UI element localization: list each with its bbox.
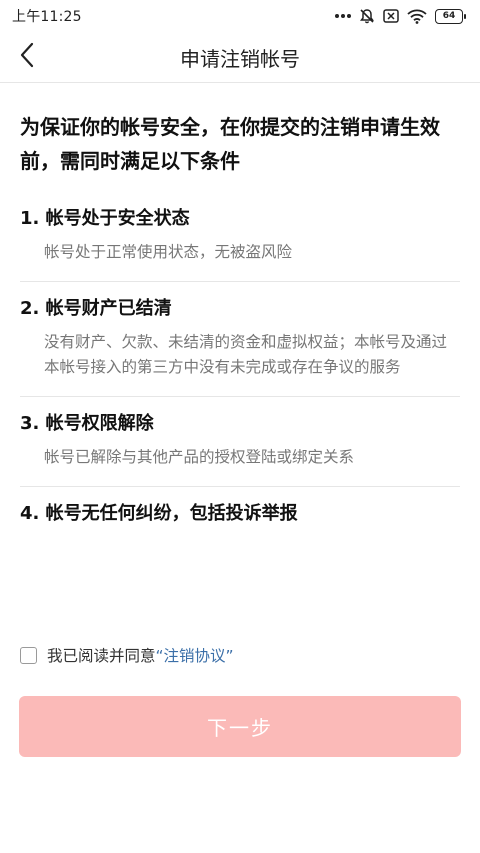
status-bar: 上午11:25 64 xyxy=(0,0,480,32)
mute-bell-icon xyxy=(359,8,375,24)
condition-title: 1. 帐号处于安全状态 xyxy=(20,208,190,229)
page-title: 申请注销帐号 xyxy=(180,46,300,71)
more-dots-icon xyxy=(335,13,351,19)
condition-item: 4. 帐号无任何纠纷，包括投诉举报 xyxy=(20,487,460,543)
agree-checkbox[interactable] xyxy=(20,646,37,664)
battery-icon: 64 xyxy=(435,8,466,24)
condition-title: 2. 帐号财产已结清 xyxy=(20,298,172,319)
wifi-icon xyxy=(407,9,427,24)
main-content: 为保证你的帐号安全，在你提交的注销申请生效前，需同时满足以下条件 1. 帐号处于… xyxy=(0,110,480,543)
condition-title: 3. 帐号权限解除 xyxy=(20,413,154,434)
agree-text: 我已阅读并同意 xyxy=(47,647,156,665)
headline: 为保证你的帐号安全，在你提交的注销申请生效前，需同时满足以下条件 xyxy=(20,115,440,173)
condition-item: 1. 帐号处于安全状态 帐号处于正常使用状态，无被盗风险 xyxy=(20,192,460,282)
battery-level: 64 xyxy=(435,8,463,24)
agreement-row[interactable]: 我已阅读并同意 “注销协议” xyxy=(20,642,234,668)
agreement-link[interactable]: “注销协议” xyxy=(156,644,234,666)
condition-title: 4. 帐号无任何纠纷，包括投诉举报 xyxy=(20,503,298,524)
condition-item: 3. 帐号权限解除 帐号已解除与其他产品的授权登陆或绑定关系 xyxy=(20,397,460,487)
next-step-button[interactable]: 下一步 xyxy=(19,696,461,757)
status-icons: 64 xyxy=(335,8,466,24)
condition-desc: 帐号处于正常使用状态，无被盗风险 xyxy=(44,243,293,261)
nav-bar: 申请注销帐号 xyxy=(0,32,480,83)
chevron-left-icon xyxy=(19,42,35,72)
condition-item: 2. 帐号财产已结清 没有财产、欠款、未结清的资金和虚拟权益；本帐号及通过本帐号… xyxy=(20,282,460,397)
condition-desc: 没有财产、欠款、未结清的资金和虚拟权益；本帐号及通过本帐号接入的第三方中没有未完… xyxy=(44,333,448,376)
conditions-list: 1. 帐号处于安全状态 帐号处于正常使用状态，无被盗风险 2. 帐号财产已结清 … xyxy=(0,192,480,543)
condition-desc: 帐号已解除与其他产品的授权登陆或绑定关系 xyxy=(44,448,355,466)
sim-off-icon xyxy=(383,9,399,23)
back-button[interactable] xyxy=(12,42,42,72)
status-time: 上午11:25 xyxy=(12,9,82,25)
